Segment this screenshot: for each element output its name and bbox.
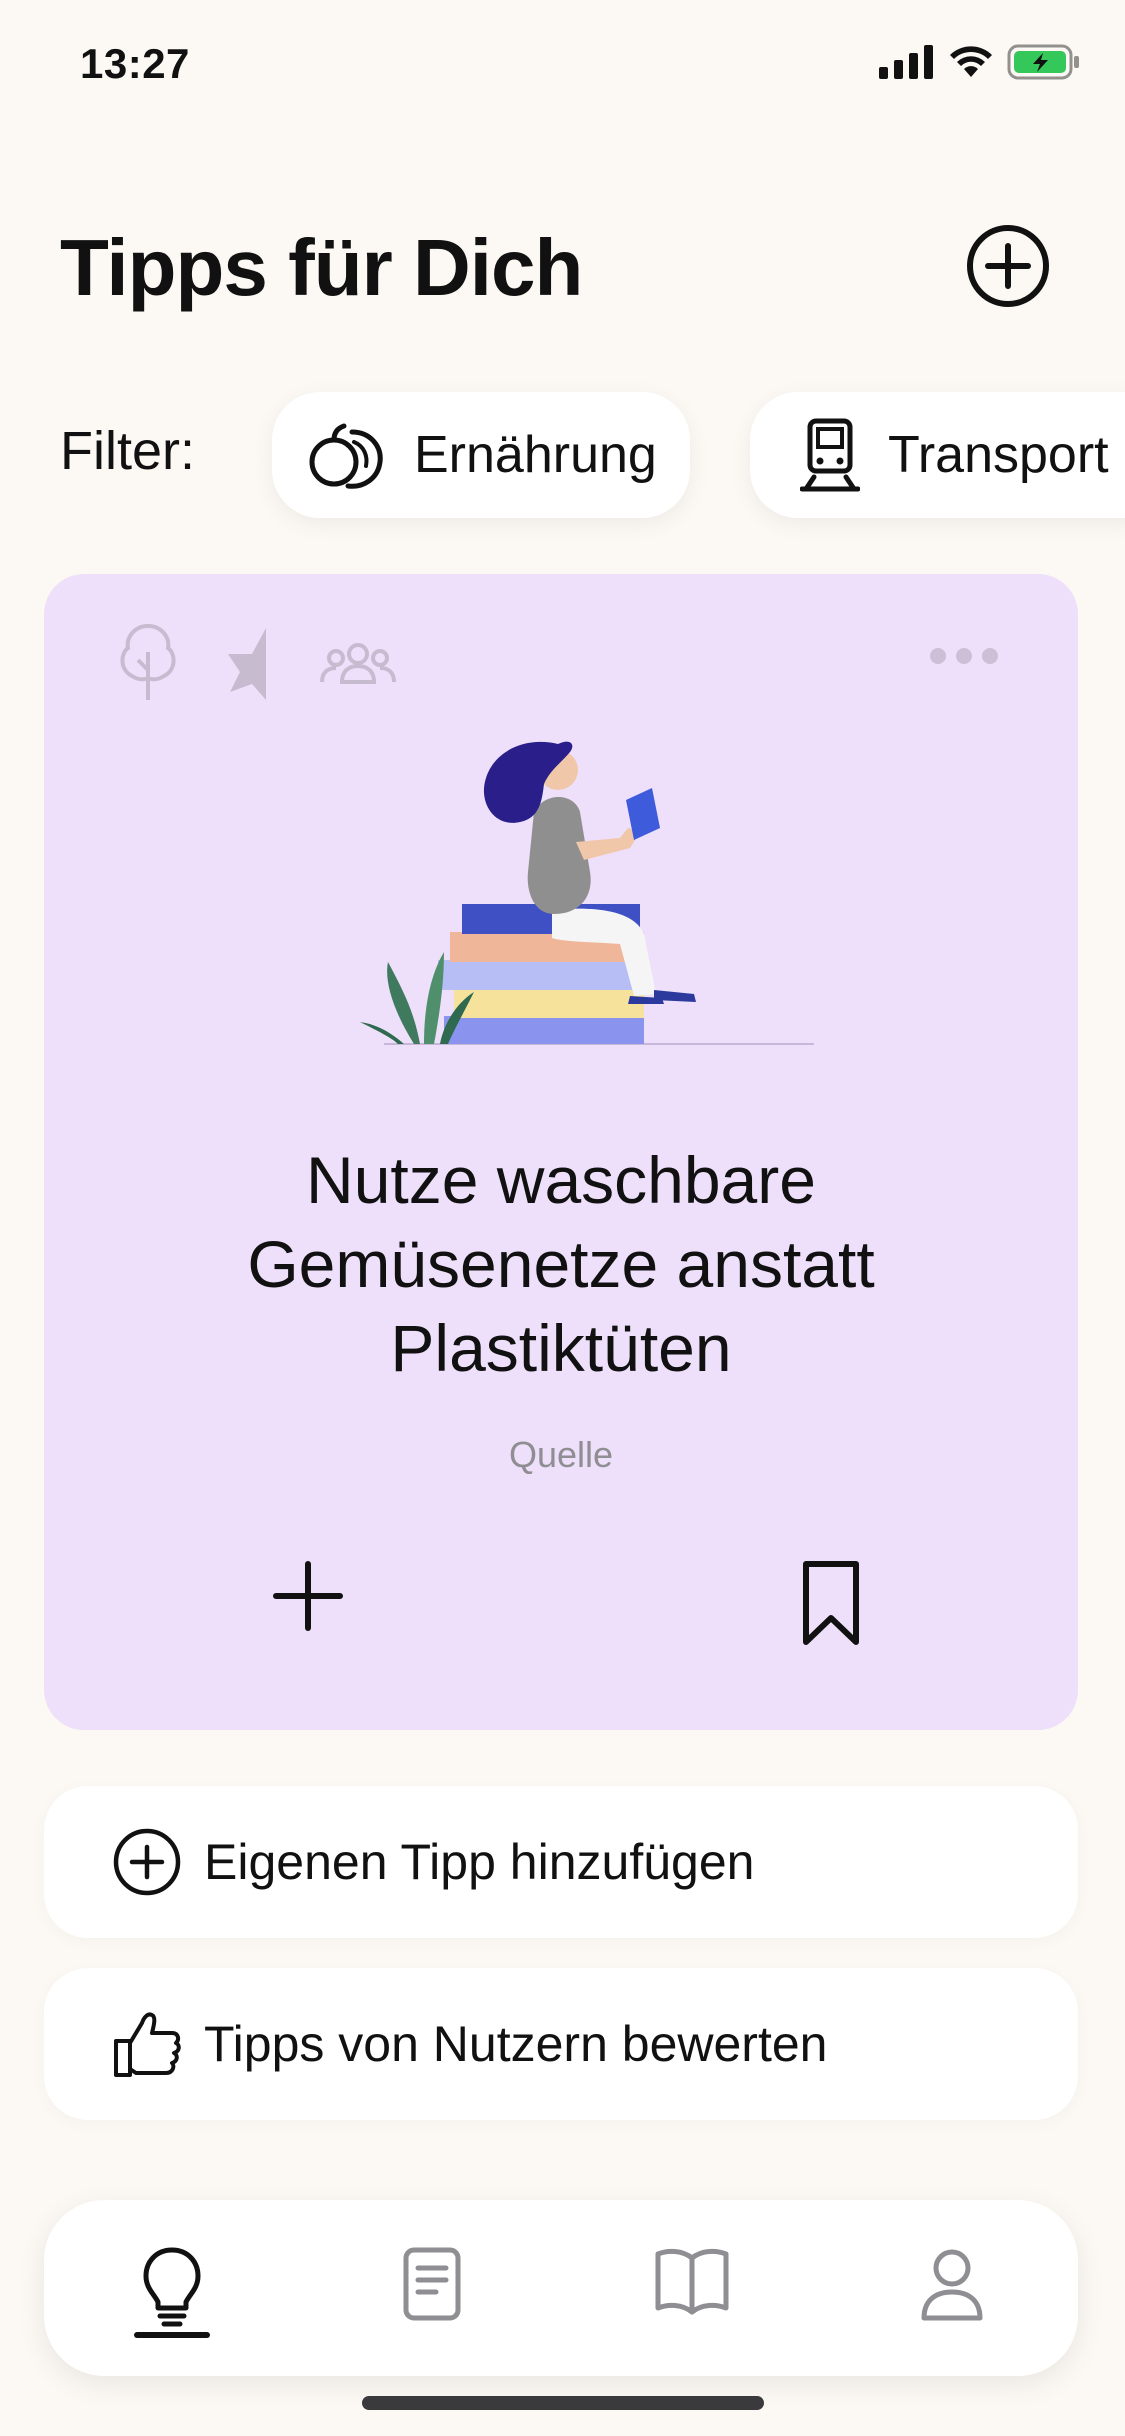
filter-chip-ernaehrung[interactable]: Ernährung: [272, 392, 690, 518]
lightbulb-icon: [143, 2247, 201, 2327]
tip-card: Nutze waschbare Gemüsenetze anstatt Plas…: [44, 574, 1078, 1730]
filter-chip-label: Transport: [888, 426, 1109, 484]
tab-library[interactable]: [650, 2246, 734, 2330]
bookmark-button[interactable]: [794, 1560, 868, 1646]
tab-documents[interactable]: [390, 2246, 474, 2330]
battery-icon: [1007, 44, 1079, 80]
add-to-my-tips-button[interactable]: [270, 1558, 346, 1634]
add-own-tip-button[interactable]: Eigenen Tipp hinzufügen: [44, 1786, 1078, 1938]
add-tip-header-button[interactable]: [964, 222, 1052, 310]
active-tab-indicator: [134, 2332, 210, 2338]
tab-profile[interactable]: [910, 2246, 994, 2330]
bookmark-icon: [803, 1561, 859, 1645]
book-icon: [655, 2248, 729, 2315]
plus-circle-icon: [113, 1828, 181, 1896]
signal-icon: [879, 45, 933, 79]
status-icons: [879, 44, 1081, 80]
page-title: Tipps für Dich: [60, 223, 583, 312]
filter-chip-label: Ernährung: [414, 426, 657, 484]
home-indicator[interactable]: [362, 2396, 764, 2410]
wifi-icon: [950, 46, 992, 77]
plus-icon: [273, 1561, 343, 1631]
tree-icon: [120, 623, 176, 700]
more-options-icon[interactable]: [930, 648, 998, 664]
tip-source-link[interactable]: Quelle: [44, 1434, 1078, 1476]
filter-label: Filter:: [60, 421, 195, 481]
fruit-icon: [309, 423, 383, 489]
rate-user-tips-label: Tipps von Nutzern bewerten: [204, 2016, 828, 2072]
tab-bar: [44, 2200, 1078, 2376]
status-time: 13:27: [80, 40, 190, 87]
thumbs-up-icon: [114, 2012, 181, 2077]
document-icon: [403, 2247, 461, 2321]
plus-circle-icon: [967, 225, 1049, 307]
star-icon: [228, 628, 266, 700]
tip-title: Nutze waschbare Gemüsenetze anstatt Plas…: [247, 1143, 875, 1385]
train-icon: [800, 418, 860, 492]
filter-chip-transport[interactable]: Transport: [750, 392, 1125, 518]
person-icon: [921, 2249, 983, 2321]
tab-tips[interactable]: [130, 2246, 214, 2330]
reading-woman-illustration: [360, 741, 814, 1045]
add-own-tip-label: Eigenen Tipp hinzufügen: [204, 1834, 755, 1890]
rate-user-tips-button[interactable]: Tipps von Nutzern bewerten: [44, 1968, 1078, 2120]
